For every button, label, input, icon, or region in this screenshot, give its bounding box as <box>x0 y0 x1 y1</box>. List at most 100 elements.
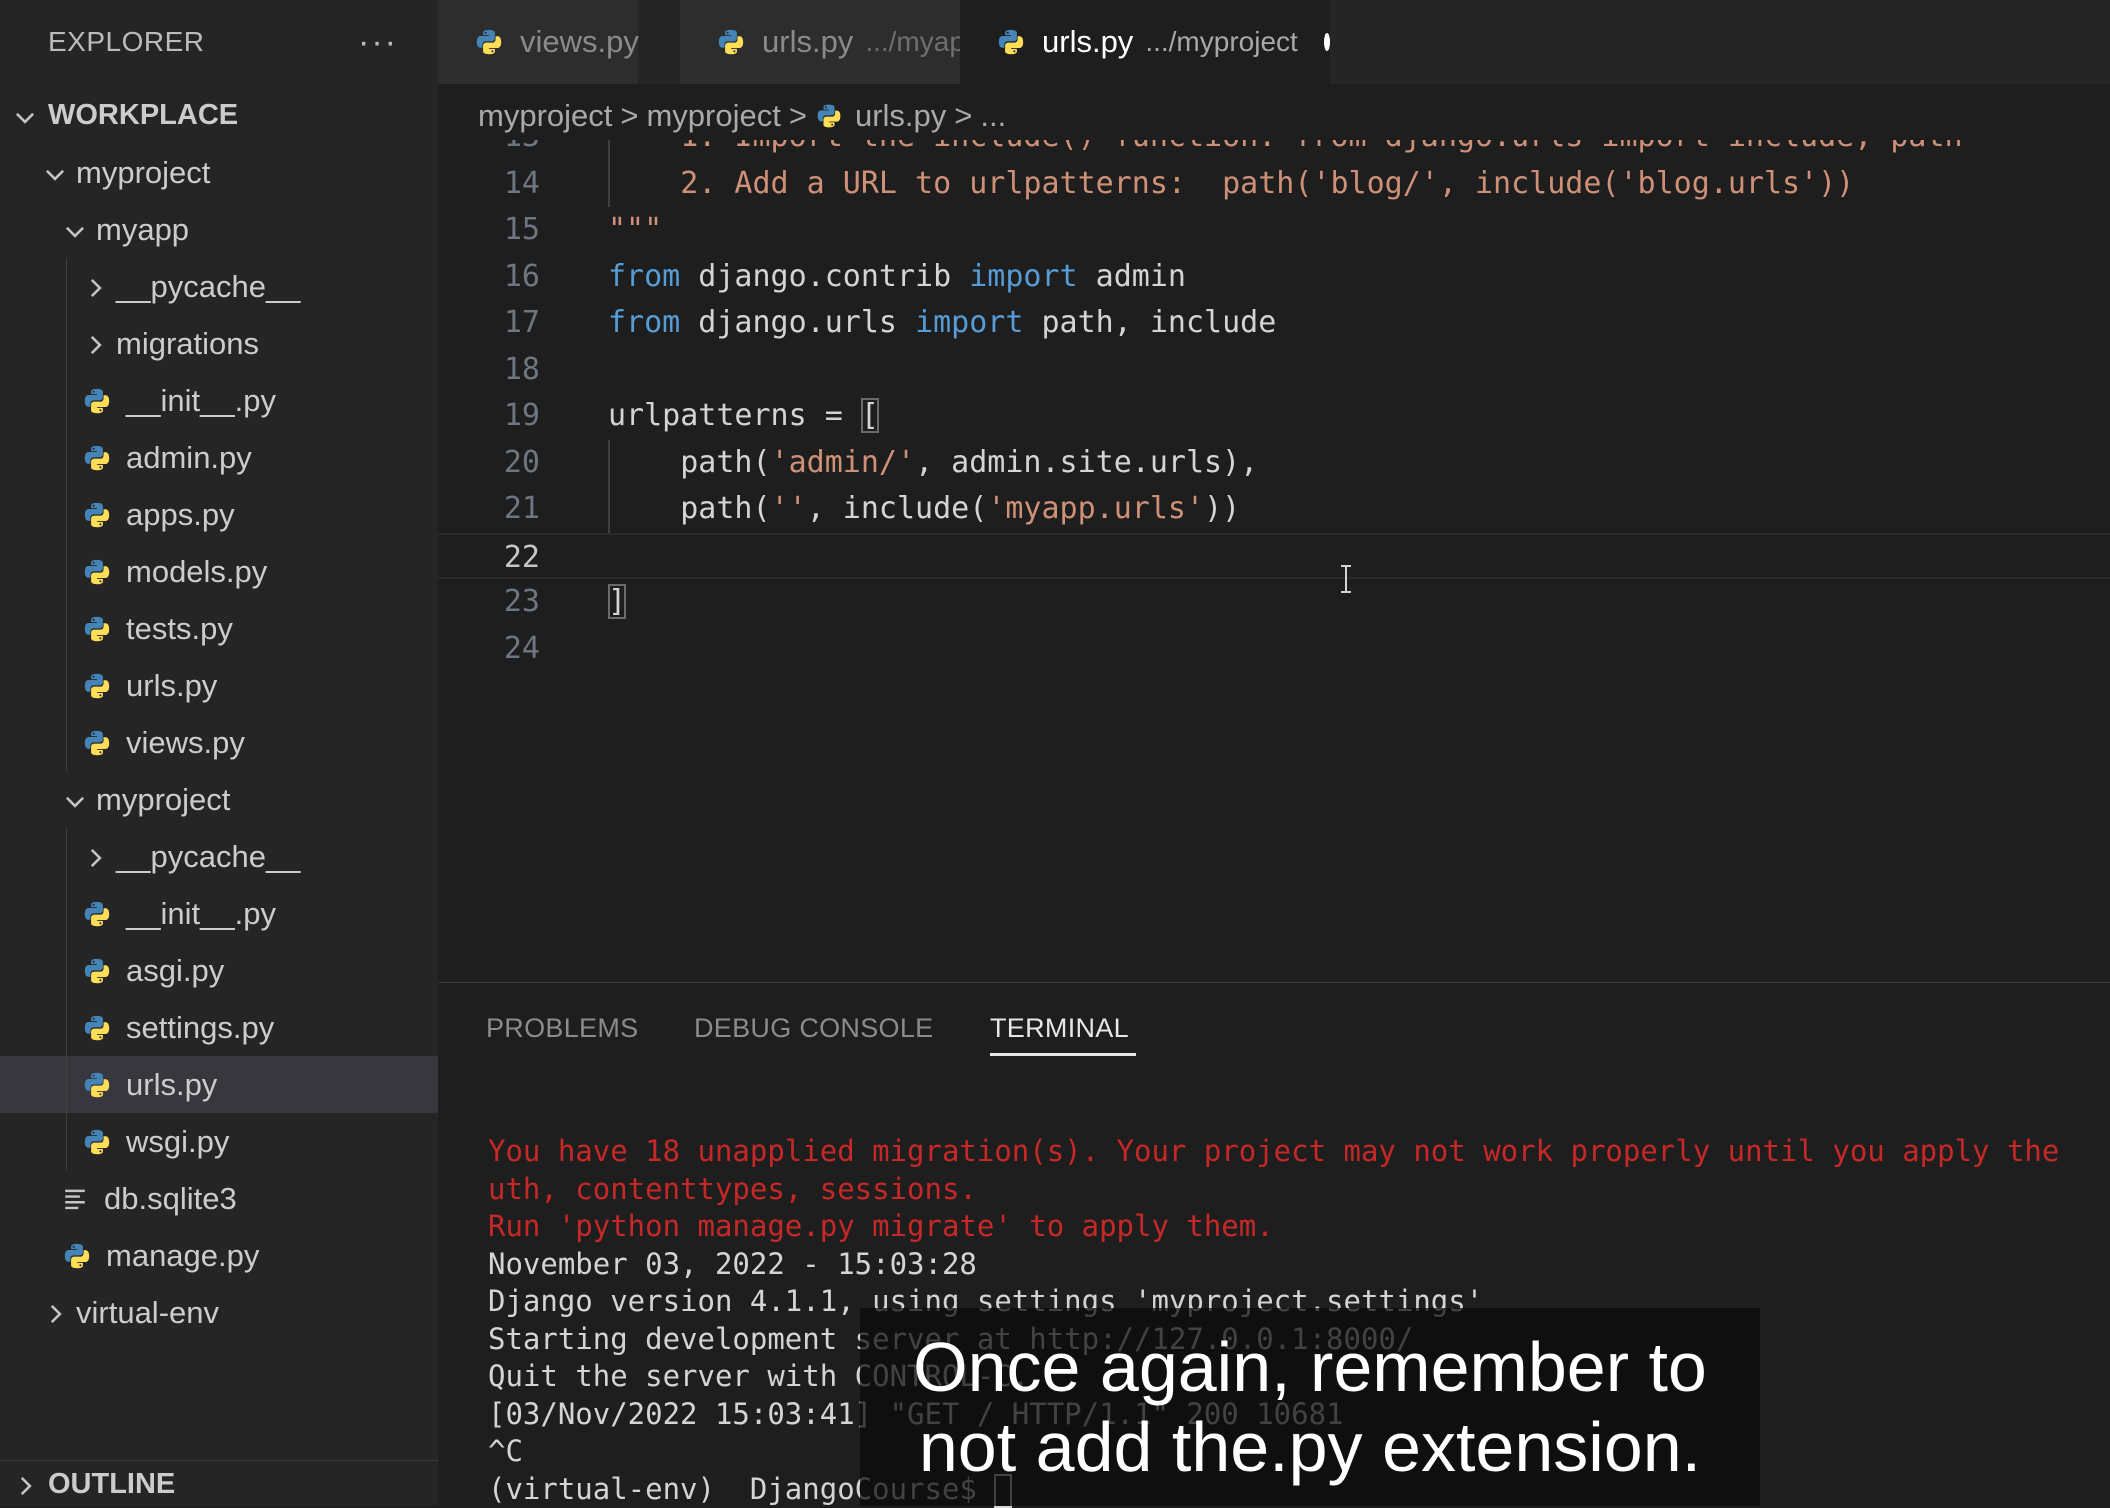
tree-item-label: myapp <box>96 212 189 248</box>
tree-indent-guide <box>66 714 67 771</box>
unsaved-dot-icon[interactable] <box>1324 33 1330 51</box>
breadcrumb-item-myproject[interactable]: myproject <box>478 98 612 134</box>
docstring-token: 2. Add a URL to urlpatterns: path('blog/… <box>608 166 1854 201</box>
code-text: urlpatterns = [ <box>608 393 879 439</box>
string-token: 'myapp.urls' <box>987 491 1204 526</box>
code-token: path( <box>608 491 771 526</box>
code-line: 16from django.contrib import admin <box>438 254 2110 300</box>
tree-item-label: asgi.py <box>126 953 224 989</box>
code-editor[interactable]: 13 1. Import the include() function: fro… <box>438 140 2110 982</box>
keyword-token: from <box>608 305 680 340</box>
chevron-right-icon <box>80 841 110 872</box>
tree-item-admin-py[interactable]: admin.py <box>0 429 438 486</box>
tree-indent-guide <box>66 486 67 543</box>
tree-indent-guide <box>66 942 67 999</box>
tab-views-py[interactable]: views.py <box>438 0 638 84</box>
tree-indent-guide <box>66 543 67 600</box>
breadcrumb-item-myproject[interactable]: myproject <box>646 98 780 134</box>
code-text: from django.urls import path, include <box>608 300 1276 346</box>
file-tree: WORKPLACE myprojectmyapp__pycache__migra… <box>0 87 438 1341</box>
breadcrumb-item-[interactable]: ... <box>980 98 1006 134</box>
tree-item-myproject[interactable]: myproject <box>0 771 438 828</box>
active-tab-indicator <box>990 1053 1136 1056</box>
breadcrumb-separator: > <box>789 98 807 134</box>
tree-item-settings-py[interactable]: settings.py <box>0 999 438 1056</box>
outline-section-header[interactable]: OUTLINE <box>0 1460 438 1507</box>
breadcrumb-separator: > <box>954 98 972 134</box>
panel-tab-problems[interactable]: PROBLEMS <box>486 1013 638 1044</box>
line-number: 21 <box>438 486 540 532</box>
python-file-icon <box>82 386 112 416</box>
tab-urls-py-myapp[interactable]: urls.py.../myapp <box>680 0 960 84</box>
editor-tab-bar: views.py urls.py.../myappurls.py.../mypro… <box>438 0 2110 84</box>
tree-item-migrations[interactable]: migrations <box>0 315 438 372</box>
tree-item-asgi-py[interactable]: asgi.py <box>0 942 438 999</box>
tree-item-models-py[interactable]: models.py <box>0 543 438 600</box>
tree-item-myproject[interactable]: myproject <box>0 144 438 201</box>
python-file-icon <box>716 27 746 57</box>
code-token: )) <box>1204 491 1240 526</box>
code-text: 2. Add a URL to urlpatterns: path('blog/… <box>608 161 1854 207</box>
tree-item-virtual-env[interactable]: virtual-env <box>0 1284 438 1341</box>
code-line: 23] <box>438 579 2110 625</box>
code-token: path( <box>608 445 771 480</box>
tree-item-pycache[interactable]: __pycache__ <box>0 258 438 315</box>
terminal-warning-line: You have 18 unapplied migration(s). Your… <box>488 1133 2110 1171</box>
panel-tab-debug-console[interactable]: DEBUG CONSOLE <box>694 1013 933 1044</box>
tree-item-db-sqlite3[interactable]: db.sqlite3 <box>0 1170 438 1227</box>
tree-item-label: urls.py <box>126 668 217 704</box>
tab-label: views.py <box>520 24 639 60</box>
chevron-down-icon <box>10 100 40 131</box>
code-line: 17from django.urls import path, include <box>438 300 2110 346</box>
chevron-right-icon <box>80 328 110 359</box>
line-number: 19 <box>438 393 540 439</box>
python-file-icon <box>82 1127 112 1157</box>
database-file-icon <box>62 1186 88 1212</box>
workspace-section-header[interactable]: WORKPLACE <box>0 87 438 144</box>
code-line: 13 1. Import the include() function: fro… <box>438 140 2110 160</box>
tree-item-urls-py[interactable]: urls.py <box>0 657 438 714</box>
tree-item-myapp[interactable]: myapp <box>0 201 438 258</box>
code-text: ] <box>608 579 626 625</box>
breadcrumb-item-urls-py[interactable]: urls.py <box>815 98 946 134</box>
more-actions-icon[interactable]: ··· <box>358 23 398 62</box>
tree-item-label: tests.py <box>126 611 233 647</box>
code-line: 19 urlpatterns = [ <box>438 393 2110 439</box>
code-line: 20 path('admin/', admin.site.urls), <box>438 440 2110 486</box>
tree-indent-guide <box>66 429 67 486</box>
tree-item-label: __pycache__ <box>116 839 300 875</box>
terminal-line: November 03, 2022 - 15:03:28 <box>488 1246 2110 1284</box>
keyword-token: from <box>608 259 680 294</box>
breadcrumb: myproject>myproject>urls.py>... <box>478 92 1006 140</box>
tree-item-pycache[interactable]: __pycache__ <box>0 828 438 885</box>
python-file-icon <box>82 899 112 929</box>
subtitle-line-2: not add the.py extension. <box>919 1407 1701 1487</box>
tab-label: urls.py <box>762 24 853 60</box>
tree-item-apps-py[interactable]: apps.py <box>0 486 438 543</box>
tree-item-urls-py[interactable]: urls.py <box>0 1056 438 1113</box>
tree-item-views-py[interactable]: views.py <box>0 714 438 771</box>
line-number: 15 <box>438 207 540 253</box>
breadcrumb-text: urls.py <box>855 98 946 134</box>
panel-tab-terminal[interactable]: TERMINAL <box>990 1013 1129 1044</box>
tree-item-manage-py[interactable]: manage.py <box>0 1227 438 1284</box>
tree-item-tests-py[interactable]: tests.py <box>0 600 438 657</box>
tree-indent-guide <box>66 372 67 429</box>
tree-item-init-py[interactable]: __init__.py <box>0 372 438 429</box>
explorer-sidebar: EXPLORER ··· WORKPLACE myprojectmyapp__p… <box>0 0 438 1506</box>
string-token: 'admin/' <box>771 445 916 480</box>
keyword-token: import <box>915 305 1023 340</box>
code-text: path('', include('myapp.urls')) <box>608 486 1240 532</box>
tree-item-label: settings.py <box>126 1010 274 1046</box>
tab-urls-py-myproject[interactable]: urls.py.../myproject <box>960 0 1330 84</box>
tree-item-label: manage.py <box>106 1238 259 1274</box>
tree-item-init-py[interactable]: __init__.py <box>0 885 438 942</box>
chevron-down-icon <box>60 214 90 245</box>
code-line: 22 <box>438 533 2110 579</box>
python-file-icon <box>82 1070 112 1100</box>
code-text: path('admin/', admin.site.urls), <box>608 440 1258 486</box>
terminal-warning-line: Run 'python manage.py migrate' to apply … <box>488 1208 2110 1246</box>
code-token: , include( <box>807 491 988 526</box>
tree-item-wsgi-py[interactable]: wsgi.py <box>0 1113 438 1170</box>
tree-item-label: myproject <box>96 782 230 818</box>
